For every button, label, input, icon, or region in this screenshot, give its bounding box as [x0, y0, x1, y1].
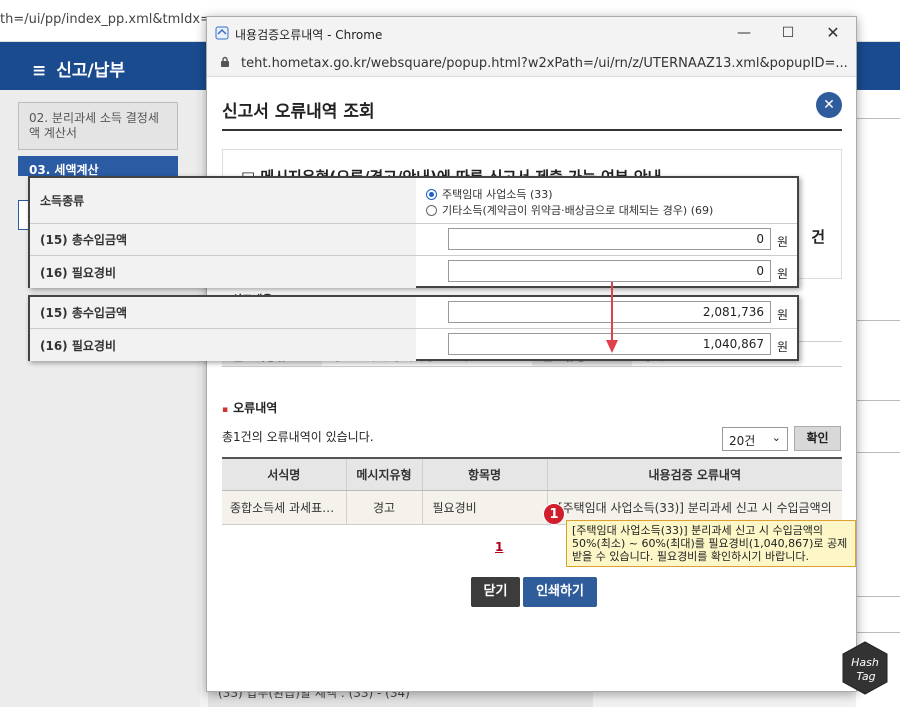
radio-selected-icon: [426, 189, 437, 200]
overlay-income-type-row: 소득종류 주택임대 사업소득 (33) 기타소득(계약금이 위약금·배상금으로 …: [30, 178, 797, 224]
background-step-03[interactable]: 03. 세액계산: [18, 156, 178, 177]
background-right-panel: [856, 90, 900, 707]
error-table-header-row: 서식명 메시지유형 항목명 내용검증 오류내역: [222, 457, 842, 491]
address-url: teht.hometax.go.kr/websquare/popup.html?…: [241, 56, 848, 71]
error-table: 서식명 메시지유형 항목명 내용검증 오류내역 종합소득세 과세표준확정신고 경…: [222, 457, 842, 525]
total-income-input[interactable]: 0: [448, 228, 771, 250]
background-menu-label: 신고/납부: [56, 61, 126, 81]
window-titlebar[interactable]: 내용검증오류내역 - Chrome — ☐ ✕: [207, 17, 856, 49]
annotation-number-badge: 1: [543, 503, 565, 525]
background-menu[interactable]: ≡ 신고/납부: [32, 56, 125, 81]
page-size-select[interactable]: 20건 ⌄: [722, 427, 788, 451]
column-header: 서식명: [222, 457, 346, 491]
popup-content: 신고서 오류내역 조회 ✕ □ 메시지유형(오류/경고/안내)에 따른 신고서 …: [207, 77, 856, 691]
overlay-expenses-row: (16) 필요경비 1,040,867 원: [30, 329, 797, 361]
print-button[interactable]: 인쇄하기: [523, 577, 597, 607]
lock-icon: [221, 56, 229, 67]
notice-count: 건: [811, 228, 825, 246]
background-step-label: 03. 세액계산: [29, 163, 99, 177]
unit-label: 원: [777, 235, 789, 249]
address-bar[interactable]: teht.hometax.go.kr/websquare/popup.html?…: [207, 49, 856, 77]
logo-line1: Hash: [851, 656, 879, 669]
table-cell-item: 필요경비: [421, 490, 547, 525]
radio-label: 주택임대 사업소득 (33): [442, 188, 553, 201]
radio-unselected-icon: [426, 205, 437, 216]
error-count-text: 총1건의 오류내역이 있습니다.: [222, 430, 374, 444]
total-income-label: (15) 총수입금액: [30, 224, 416, 255]
background-divider: [856, 632, 900, 633]
expenses-label: (16) 필요경비: [30, 329, 416, 361]
background-divider: [856, 320, 900, 321]
background-step-02[interactable]: 02. 분리과세 소득 결정세액 계산서: [18, 102, 178, 150]
table-cell-type: 경고: [345, 490, 422, 525]
confirm-button[interactable]: 확인: [794, 426, 841, 451]
expenses-input[interactable]: 0: [448, 260, 771, 282]
hometax-favicon-icon: [215, 26, 229, 40]
logo-line2: Tag: [856, 670, 875, 683]
background-divider: [856, 452, 900, 453]
overlay-total-income-row: (15) 총수입금액 0 원: [30, 224, 797, 256]
arrow-down-icon: [606, 282, 618, 353]
column-header: 항목명: [421, 457, 547, 491]
hashtag-logo: Hash Tag: [842, 641, 888, 695]
chevron-down-icon: ⌄: [771, 431, 781, 444]
table-row[interactable]: 종합소득세 과세표준확정신고 경고 필요경비 [주택임대 사업소득(33)] 분…: [222, 490, 842, 525]
income-type-label: 소득종류: [30, 178, 416, 223]
unit-label: 원: [777, 340, 789, 354]
close-window-icon[interactable]: ✕: [822, 23, 844, 43]
minimize-icon[interactable]: —: [733, 23, 755, 43]
page-title: 신고서 오류내역 조회: [222, 102, 375, 122]
total-income-label: (15) 총수입금액: [30, 297, 416, 328]
background-step-label: 02. 분리과세 소득 결정세액 계산서: [29, 111, 159, 140]
column-header: 메시지유형: [345, 457, 422, 491]
close-icon: ✕: [823, 97, 835, 113]
hamburger-icon[interactable]: ≡: [32, 61, 46, 81]
overlay-panel-before: 소득종류 주택임대 사업소득 (33) 기타소득(계약금이 위약금·배상금으로 …: [28, 176, 799, 288]
overlay-panel-after: (15) 총수입금액 2,081,736 원 (16) 필요경비 1,040,8…: [28, 295, 799, 361]
error-detail-tooltip: [주택임대 사업소득(33)] 분리과세 신고 시 수입금액의 50%(최소) …: [566, 520, 856, 567]
background-divider: [856, 118, 900, 119]
window-title: 내용검증오류내역 - Chrome: [235, 28, 383, 42]
radio-housing-rental[interactable]: 주택임대 사업소득 (33): [426, 186, 553, 202]
table-cell-form: 종합소득세 과세표준확정신고: [222, 490, 346, 525]
error-section-heading: 오류내역: [222, 399, 277, 416]
overlay-total-income-row: (15) 총수입금액 2,081,736 원: [30, 297, 797, 329]
radio-label: 기타소득(계약금이 위약금·배상금으로 대체되는 경우) (69): [442, 204, 714, 217]
column-header: 내용검증 오류내역: [546, 457, 842, 491]
table-cell-detail: [주택임대 사업소득(33)] 분리과세 신고 시 수입금액의: [546, 490, 842, 525]
unit-label: 원: [777, 267, 789, 281]
unit-label: 원: [777, 308, 789, 322]
tooltip-line: 50%(최소) ~ 60%(최대)를 필요경비(1,040,867)로 공제: [572, 537, 848, 550]
radio-other-income[interactable]: 기타소득(계약금이 위약금·배상금으로 대체되는 경우) (69): [426, 202, 713, 218]
background-url-text: th=/ui/pp/index_pp.xml&tmIdx=: [0, 12, 211, 27]
tooltip-line: [주택임대 사업소득(33)] 분리과세 신고 시 수입금액의: [572, 524, 824, 537]
maximize-icon[interactable]: ☐: [777, 23, 799, 43]
background-divider: [856, 596, 900, 597]
expenses-label: (16) 필요경비: [30, 256, 416, 288]
close-button[interactable]: 닫기: [471, 577, 520, 607]
title-divider: [222, 129, 842, 131]
tooltip-line: 받을 수 있습니다. 필요경비를 확인하시기 바랍니다.: [572, 550, 809, 563]
close-popup-button[interactable]: ✕: [816, 92, 842, 118]
page-size-value: 20건: [729, 434, 756, 448]
overlay-expenses-row: (16) 필요경비 0 원: [30, 256, 797, 288]
pager-page-1[interactable]: 1: [495, 540, 503, 554]
background-divider: [856, 400, 900, 401]
